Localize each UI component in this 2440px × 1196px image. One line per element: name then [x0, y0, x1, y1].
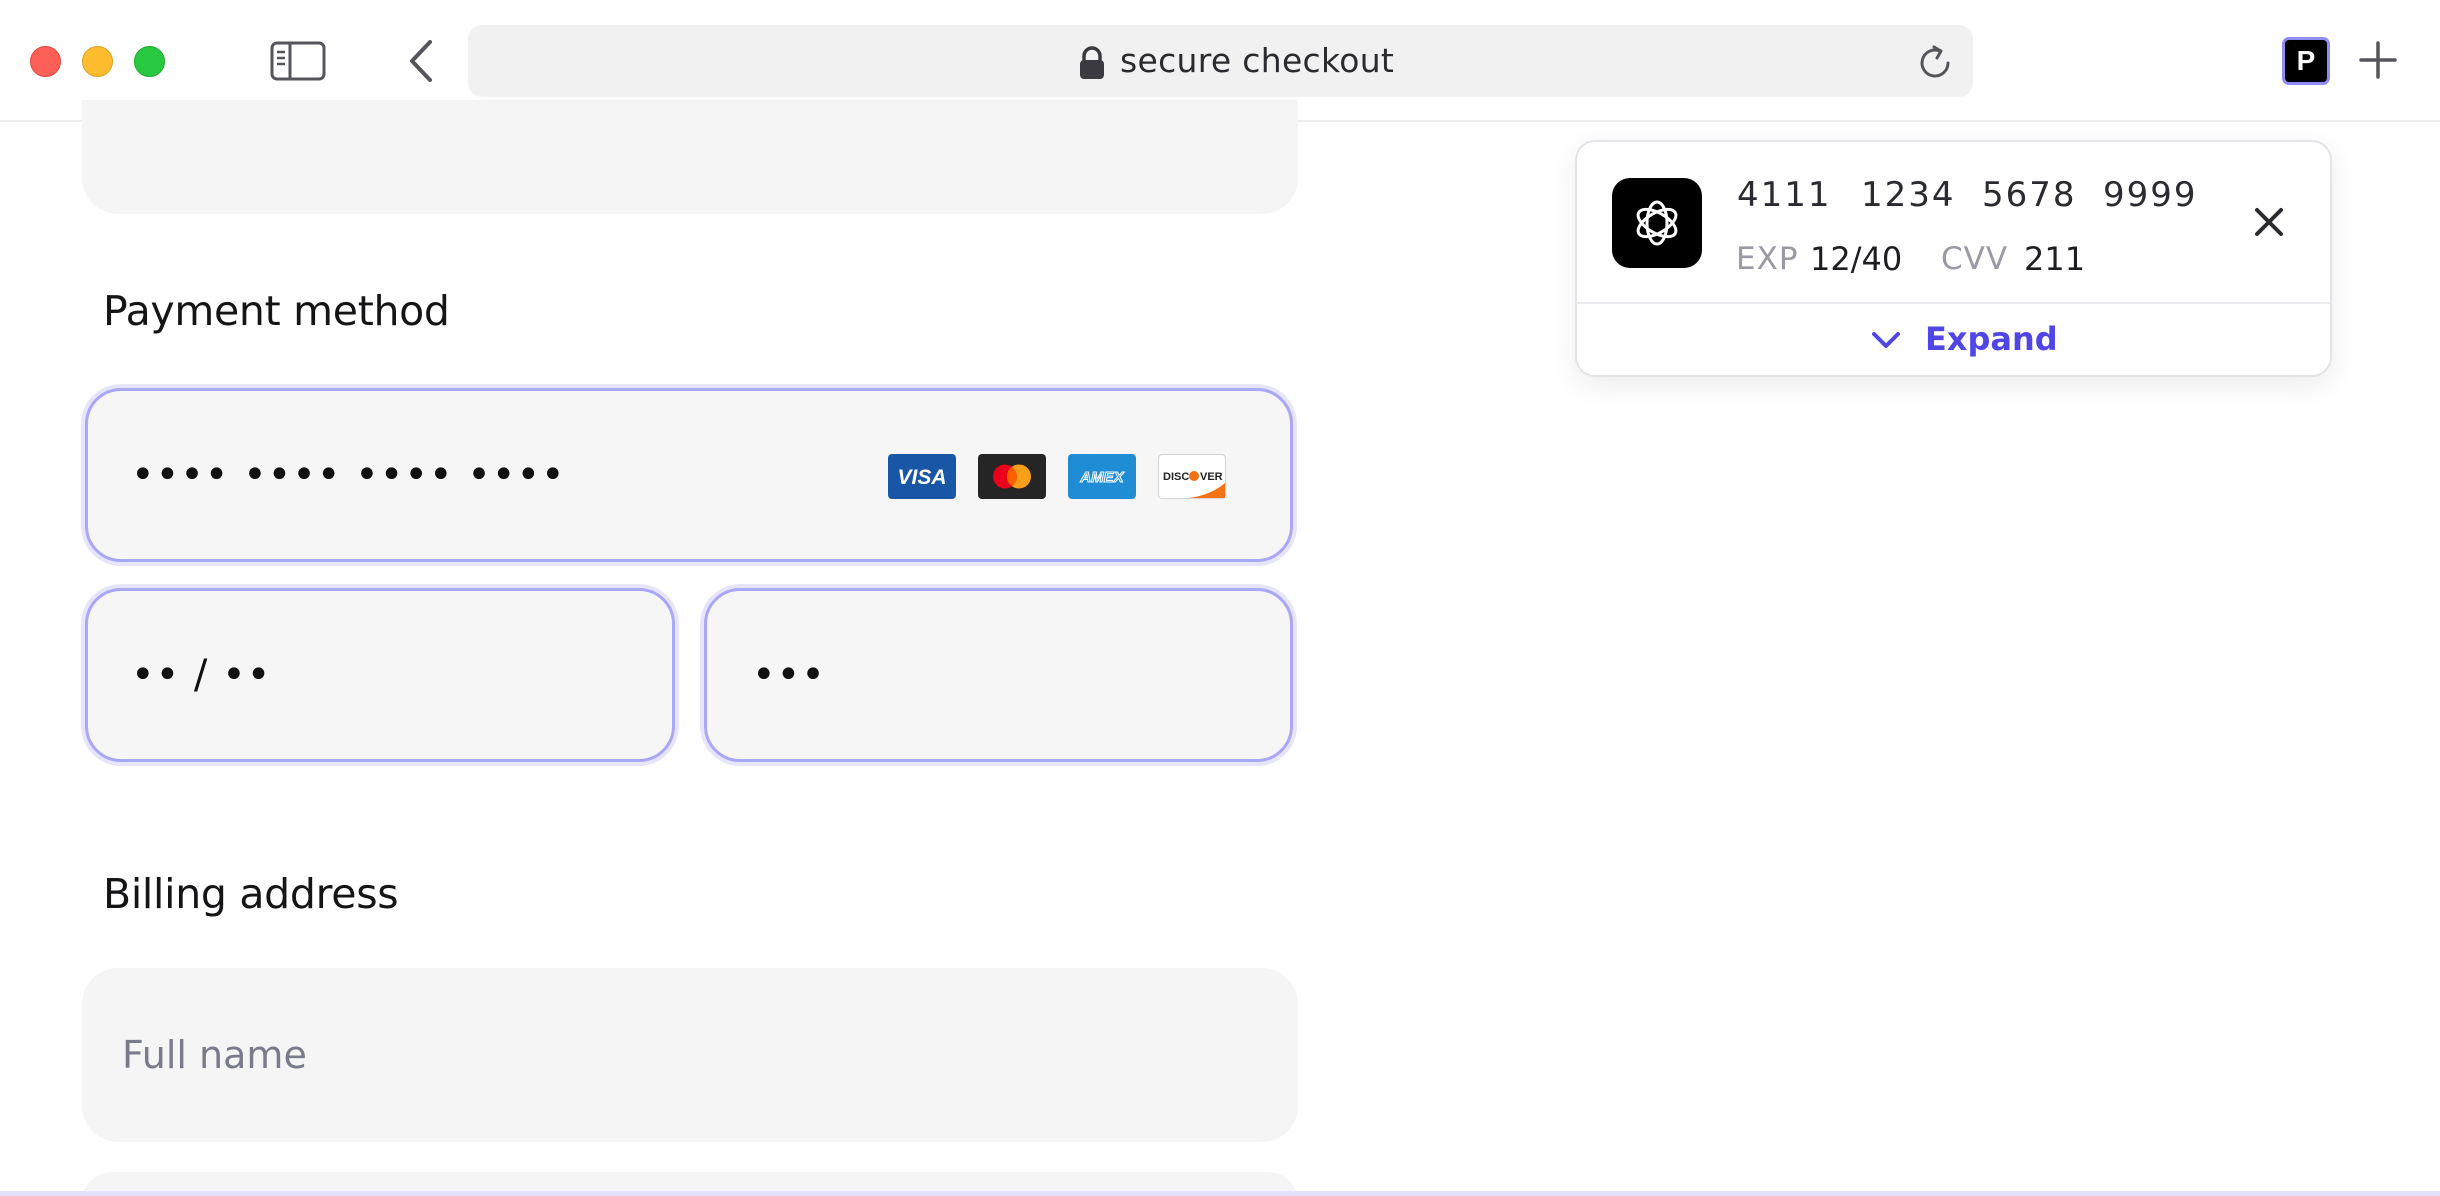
- reload-icon[interactable]: [1915, 43, 1955, 83]
- expiry-value: •• / ••: [131, 652, 272, 698]
- card-number-group-1: 4111: [1737, 175, 1832, 215]
- new-tab-plus-icon[interactable]: [2358, 40, 2398, 80]
- svg-text:VER: VER: [1200, 471, 1223, 483]
- lock-icon: [1077, 46, 1107, 80]
- extension-label: P: [2296, 45, 2316, 76]
- cvv-value: •••: [752, 652, 826, 698]
- card-number-group-2: 1234: [1861, 175, 1956, 215]
- back-arrow-icon[interactable]: [404, 38, 438, 84]
- card-autofill-popup[interactable]: 4111 1234 5678 9999 EXP 12/40 CVV 211 Ex…: [1575, 140, 2332, 377]
- svg-text:DISC: DISC: [1163, 471, 1189, 483]
- window-close-button[interactable]: [30, 46, 61, 77]
- card-number-value: •••• •••• •••• ••••: [131, 452, 566, 498]
- billing-address-heading: Billing address: [103, 870, 399, 918]
- payment-method-heading: Payment method: [103, 287, 450, 335]
- exp-value: 12/40: [1810, 240, 1903, 278]
- amex-icon: AMEX: [1068, 454, 1136, 499]
- exp-label: EXP: [1736, 241, 1799, 277]
- previous-input-field[interactable]: [82, 100, 1298, 214]
- expiry-date-input[interactable]: •• / ••: [85, 588, 675, 762]
- address-text[interactable]: secure checkout: [1120, 38, 1394, 84]
- expand-label: Expand: [1925, 320, 2058, 358]
- full-name-input[interactable]: Full name: [82, 968, 1298, 1142]
- card-number-group-4: 9999: [2103, 175, 2198, 215]
- cvv-value-text: 211: [2024, 240, 2086, 278]
- card-number-input[interactable]: •••• •••• •••• •••• VISA AMEX DISC VER: [85, 388, 1293, 562]
- chevron-down-icon: [1869, 326, 1903, 354]
- expand-button[interactable]: Expand: [1577, 304, 2330, 375]
- cvv-label: CVV: [1941, 241, 2009, 277]
- window-maximize-button[interactable]: [134, 46, 165, 77]
- svg-text:AMEX: AMEX: [1079, 469, 1124, 486]
- close-icon[interactable]: [2249, 202, 2289, 242]
- window-minimize-button[interactable]: [82, 46, 113, 77]
- card-number-group-3: 5678: [1982, 175, 2077, 215]
- discover-icon: DISC VER: [1158, 454, 1226, 499]
- mastercard-icon: [978, 454, 1046, 499]
- openai-logo-icon: [1612, 178, 1702, 268]
- full-name-placeholder: Full name: [122, 1033, 307, 1077]
- browser-window: secure checkout P Payment method •••• ••…: [0, 0, 2440, 1196]
- sidebar-toggle-icon[interactable]: [270, 41, 326, 81]
- password-manager-extension-button[interactable]: P: [2282, 37, 2330, 85]
- visa-icon: VISA: [888, 454, 956, 499]
- cvv-input[interactable]: •••: [704, 588, 1293, 762]
- svg-text:VISA: VISA: [897, 466, 946, 489]
- bottom-divider: [0, 1191, 2440, 1196]
